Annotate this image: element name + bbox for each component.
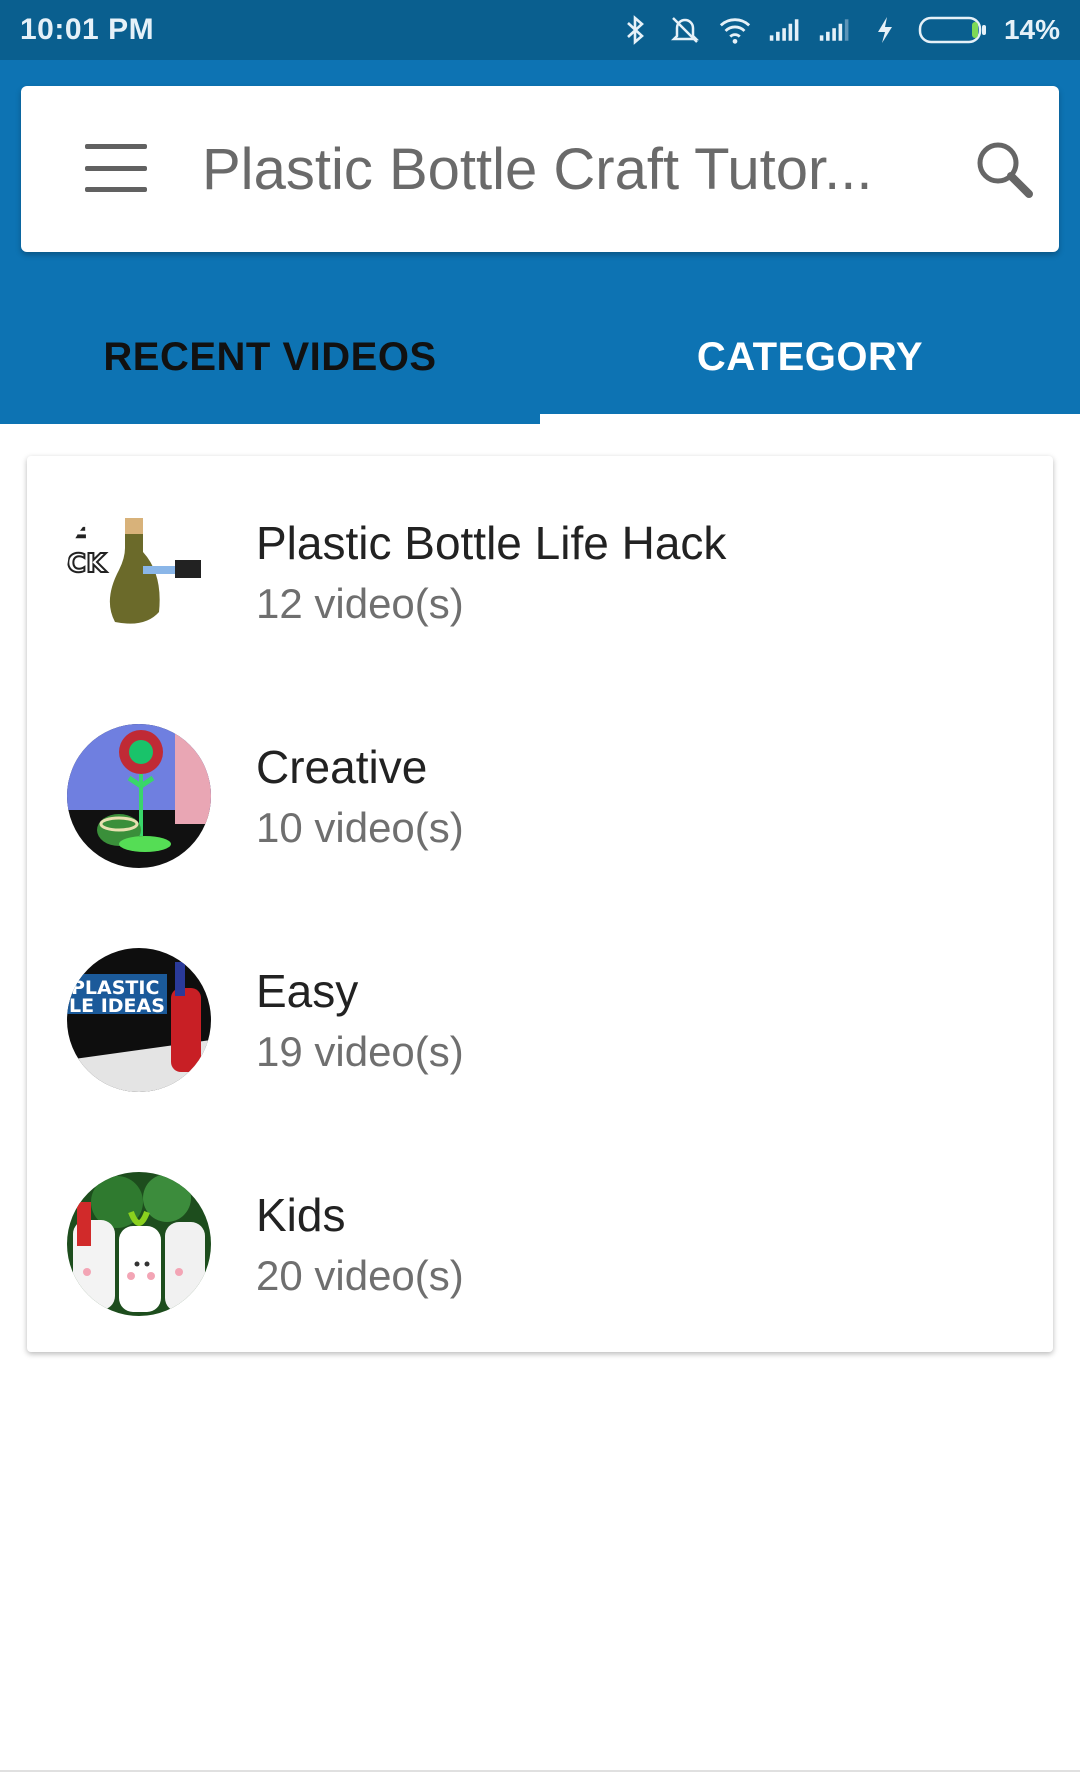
menu-button[interactable] xyxy=(79,138,153,198)
search-button[interactable] xyxy=(971,136,1037,202)
menu-icon-bar xyxy=(85,165,147,171)
list-item[interactable]: Kids 20 video(s) xyxy=(27,1128,1053,1352)
category-title: Kids xyxy=(256,1189,346,1241)
status-time: 10:01 PM xyxy=(20,13,155,46)
category-thumbnail xyxy=(67,1172,211,1316)
category-thumbnail: PLASTIC LE IDEAS xyxy=(67,948,211,1092)
wifi-icon xyxy=(718,13,752,47)
menu-icon xyxy=(85,144,147,149)
page-title: Plastic Bottle Craft Tutor... xyxy=(202,137,873,202)
battery-percent: 14% xyxy=(1003,14,1060,45)
category-title: Plastic Bottle Life Hack xyxy=(256,517,727,569)
tab-indicator xyxy=(540,414,1080,424)
charging-icon xyxy=(868,13,902,47)
video-count: 10 video(s) xyxy=(256,804,464,851)
thumb-text: CK xyxy=(67,549,107,579)
list-item[interactable]: PLASTIC LE IDEAS Easy 19 video(s) xyxy=(27,904,1053,1128)
battery-icon xyxy=(918,15,988,45)
search-icon xyxy=(977,142,1033,198)
tab-category[interactable]: CATEGORY xyxy=(540,300,1080,424)
list-item[interactable]: E CK Plastic Bottle Life Hack 12 video(s… xyxy=(27,456,1053,680)
status-icons: 14% xyxy=(618,13,1060,47)
tab-recent-videos[interactable]: RECENT VIDEOS xyxy=(0,300,540,424)
category-title: Creative xyxy=(256,741,428,793)
video-count: 20 video(s) xyxy=(256,1252,464,1299)
menu-icon-bar xyxy=(85,187,147,192)
bottom-divider xyxy=(0,1770,1080,1772)
tab-bar: RECENT VIDEOS CATEGORY xyxy=(0,300,1080,424)
category-thumbnail: E CK xyxy=(67,500,211,644)
thumb-text: E xyxy=(71,516,87,544)
video-count: 12 video(s) xyxy=(256,580,464,627)
thumb-text: LE IDEAS xyxy=(69,995,165,1017)
category-thumbnail xyxy=(67,724,211,868)
category-list: E CK Plastic Bottle Life Hack 12 video(s… xyxy=(27,456,1053,1352)
category-title: Easy xyxy=(256,965,359,1017)
silent-icon xyxy=(668,13,702,47)
signal-icon xyxy=(768,13,802,47)
list-item[interactable]: Creative 10 video(s) xyxy=(27,680,1053,904)
bluetooth-icon xyxy=(618,13,652,47)
signal-icon xyxy=(818,13,852,47)
status-bar: 10:01 PM 14% xyxy=(0,0,1080,60)
toolbar-card: Plastic Bottle Craft Tutor... xyxy=(21,86,1059,252)
video-count: 19 video(s) xyxy=(256,1028,464,1075)
